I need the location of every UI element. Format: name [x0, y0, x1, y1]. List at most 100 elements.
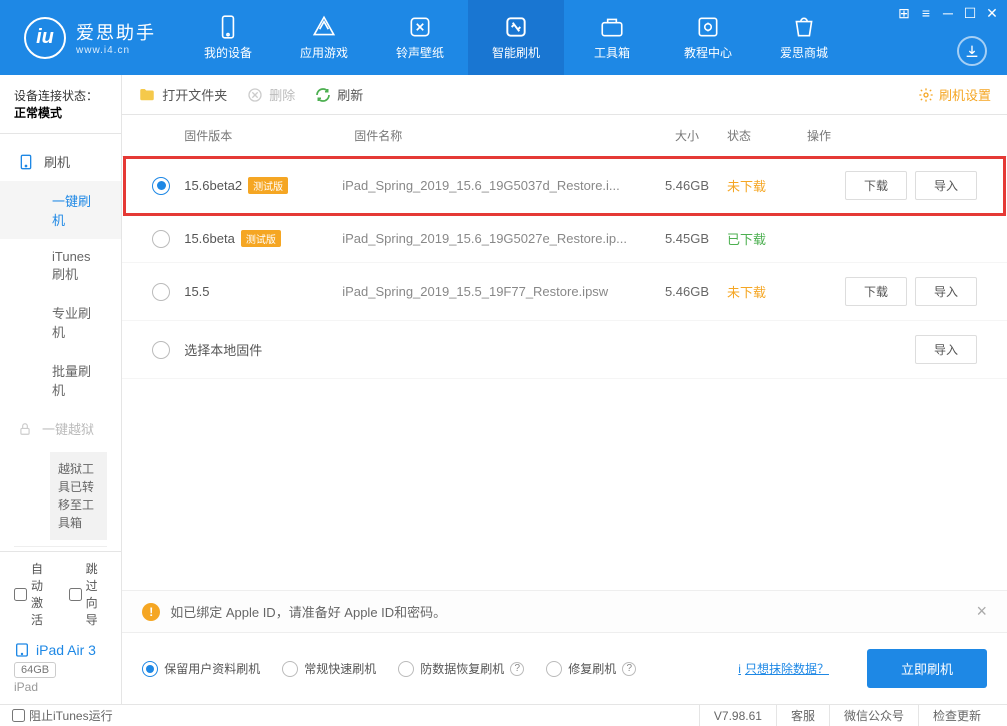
- flash-option-1[interactable]: 常规快速刷机: [282, 660, 376, 677]
- fw-filename: iPad_Spring_2019_15.6_19G5037d_Restore.i…: [342, 178, 647, 193]
- firmware-row[interactable]: 15.6beta2测试版 iPad_Spring_2019_15.6_19G50…: [124, 157, 1005, 215]
- firmware-radio[interactable]: [152, 230, 170, 248]
- sidebar-item-0[interactable]: 一键刷机: [0, 181, 121, 239]
- local-firmware-row[interactable]: 选择本地固件 导入: [122, 321, 1007, 379]
- sidebar-item-1[interactable]: iTunes刷机: [0, 239, 121, 293]
- titlebar: iu 爱思助手 www.i4.cn 我的设备应用游戏铃声壁纸智能刷机工具箱教程中…: [0, 0, 1007, 75]
- info-icon: i: [738, 662, 741, 676]
- refresh-button[interactable]: 刷新: [315, 85, 363, 104]
- col-status: 状态: [727, 127, 807, 144]
- fw-size: 5.46GB: [647, 284, 727, 299]
- sidebar: 设备连接状态： 正常模式 刷机 一键刷机iTunes刷机专业刷机批量刷机 一键越狱…: [0, 75, 122, 704]
- logo-icon: iu: [24, 17, 66, 59]
- nav-tab-1[interactable]: 应用游戏: [276, 0, 372, 75]
- fw-actions: 导入: [807, 335, 977, 364]
- local-firmware-label: 选择本地固件: [184, 340, 807, 359]
- import-button[interactable]: 导入: [915, 335, 977, 364]
- sidebar-group-flash[interactable]: 刷机: [0, 142, 121, 181]
- device-info: iPad Air 3 64GB iPad: [0, 636, 121, 704]
- col-version: 固件版本: [184, 127, 354, 144]
- nav-tab-5[interactable]: 教程中心: [660, 0, 756, 75]
- nav-icon: [215, 14, 241, 40]
- download-manager-icon[interactable]: [957, 36, 987, 66]
- grid-icon[interactable]: ⊞: [895, 4, 913, 22]
- fw-action-button[interactable]: 下载: [845, 171, 907, 200]
- skip-wizard-checkbox[interactable]: 跳过向导: [69, 560, 108, 628]
- close-icon[interactable]: ✕: [983, 4, 1001, 22]
- flash-settings-button[interactable]: 刷机设置: [918, 85, 991, 104]
- conn-label: 设备连接状态：: [14, 89, 98, 103]
- beta-tag: 测试版: [241, 230, 281, 247]
- maximize-icon[interactable]: ☐: [961, 4, 979, 22]
- auto-activate-checkbox[interactable]: 自动激活: [14, 560, 53, 628]
- firmware-list: 15.6beta2测试版 iPad_Spring_2019_15.6_19G50…: [122, 157, 1007, 590]
- table-header: 固件版本 固件名称 大小 状态 操作: [122, 115, 1007, 157]
- fw-filename: iPad_Spring_2019_15.5_19F77_Restore.ipsw: [342, 284, 647, 299]
- fw-size: 5.45GB: [647, 231, 727, 246]
- firmware-radio[interactable]: [152, 177, 170, 195]
- flash-options: 保留用户资料刷机 常规快速刷机 防数据恢复刷机? 修复刷机? i 只想抹除数据？ 立即…: [122, 632, 1007, 704]
- close-notice-icon[interactable]: ×: [976, 601, 987, 622]
- statusbar: 阻止iTunes运行 V7.98.61 客服微信公众号检查更新: [0, 704, 1007, 726]
- fw-size: 5.46GB: [647, 178, 727, 193]
- fw-version: 15.5: [184, 284, 342, 299]
- nav-tab-0[interactable]: 我的设备: [180, 0, 276, 75]
- firmware-radio[interactable]: [152, 283, 170, 301]
- conn-value: 正常模式: [14, 106, 62, 120]
- version-label: V7.98.61: [699, 705, 776, 726]
- radio-icon: [398, 661, 414, 677]
- flash-now-button[interactable]: 立即刷机: [867, 649, 987, 688]
- nav-icon: [695, 14, 721, 40]
- statusbar-item-0[interactable]: 客服: [776, 705, 829, 726]
- nav-tab-3[interactable]: 智能刷机: [468, 0, 564, 75]
- statusbar-item-2[interactable]: 检查更新: [918, 705, 995, 726]
- fw-action-button[interactable]: 导入: [915, 277, 977, 306]
- main-panel: 打开文件夹 删除 刷新 刷机设置 固件版本 固件名称 大小 状态 操作: [122, 75, 1007, 704]
- device-icon: [18, 154, 34, 170]
- fw-action-button[interactable]: 下载: [845, 277, 907, 306]
- folder-icon: [138, 86, 156, 104]
- statusbar-item-1[interactable]: 微信公众号: [829, 705, 918, 726]
- fw-filename: iPad_Spring_2019_15.6_19G5027e_Restore.i…: [342, 231, 647, 246]
- warning-icon: !: [142, 603, 160, 621]
- nav-icon: [311, 14, 337, 40]
- fw-status: 已下载: [727, 229, 807, 248]
- jailbreak-note: 越狱工具已转移至工具箱: [50, 452, 107, 540]
- fw-status: 未下载: [727, 176, 807, 195]
- firmware-row[interactable]: 15.5 iPad_Spring_2019_15.5_19F77_Restore…: [122, 263, 1007, 321]
- firmware-row[interactable]: 15.6beta测试版 iPad_Spring_2019_15.6_19G502…: [122, 215, 1007, 263]
- minimize-icon[interactable]: ─: [939, 4, 957, 22]
- firmware-radio[interactable]: [152, 341, 170, 359]
- open-folder-button[interactable]: 打开文件夹: [138, 85, 227, 104]
- fw-version: 15.6beta测试版: [184, 230, 342, 247]
- device-name[interactable]: iPad Air 3: [14, 642, 107, 658]
- fw-version: 15.6beta2测试版: [184, 177, 342, 194]
- flash-option-0[interactable]: 保留用户资料刷机: [142, 660, 260, 677]
- app-url-label: www.i4.cn: [76, 45, 156, 56]
- fw-status: 未下载: [727, 282, 807, 301]
- storage-badge: 64GB: [14, 662, 56, 678]
- beta-tag: 测试版: [248, 177, 288, 194]
- sidebar-item-jailbreak: 一键越狱: [0, 409, 121, 448]
- stop-itunes-checkbox[interactable]: 阻止iTunes运行: [12, 707, 113, 724]
- divider: [14, 546, 107, 547]
- flash-option-3[interactable]: 修复刷机?: [546, 660, 636, 677]
- delete-button[interactable]: 删除: [247, 85, 295, 104]
- nav-icon: [407, 14, 433, 40]
- help-icon[interactable]: ?: [510, 662, 524, 676]
- col-name: 固件名称: [354, 127, 647, 144]
- menu-icon[interactable]: ≡: [917, 4, 935, 22]
- sidebar-item-3[interactable]: 批量刷机: [0, 351, 121, 409]
- fw-actions: 下载导入: [807, 277, 977, 306]
- fw-action-button[interactable]: 导入: [915, 171, 977, 200]
- nav-tab-2[interactable]: 铃声壁纸: [372, 0, 468, 75]
- gear-icon: [918, 87, 934, 103]
- nav-tab-4[interactable]: 工具箱: [564, 0, 660, 75]
- sidebar-item-2[interactable]: 专业刷机: [0, 293, 121, 351]
- erase-data-link[interactable]: i 只想抹除数据？: [738, 660, 829, 677]
- nav-tab-6[interactable]: 爱思商城: [756, 0, 852, 75]
- help-icon[interactable]: ?: [622, 662, 636, 676]
- radio-icon: [282, 661, 298, 677]
- window-controls: ⊞ ≡ ─ ☐ ✕: [895, 4, 1001, 22]
- flash-option-2[interactable]: 防数据恢复刷机?: [398, 660, 524, 677]
